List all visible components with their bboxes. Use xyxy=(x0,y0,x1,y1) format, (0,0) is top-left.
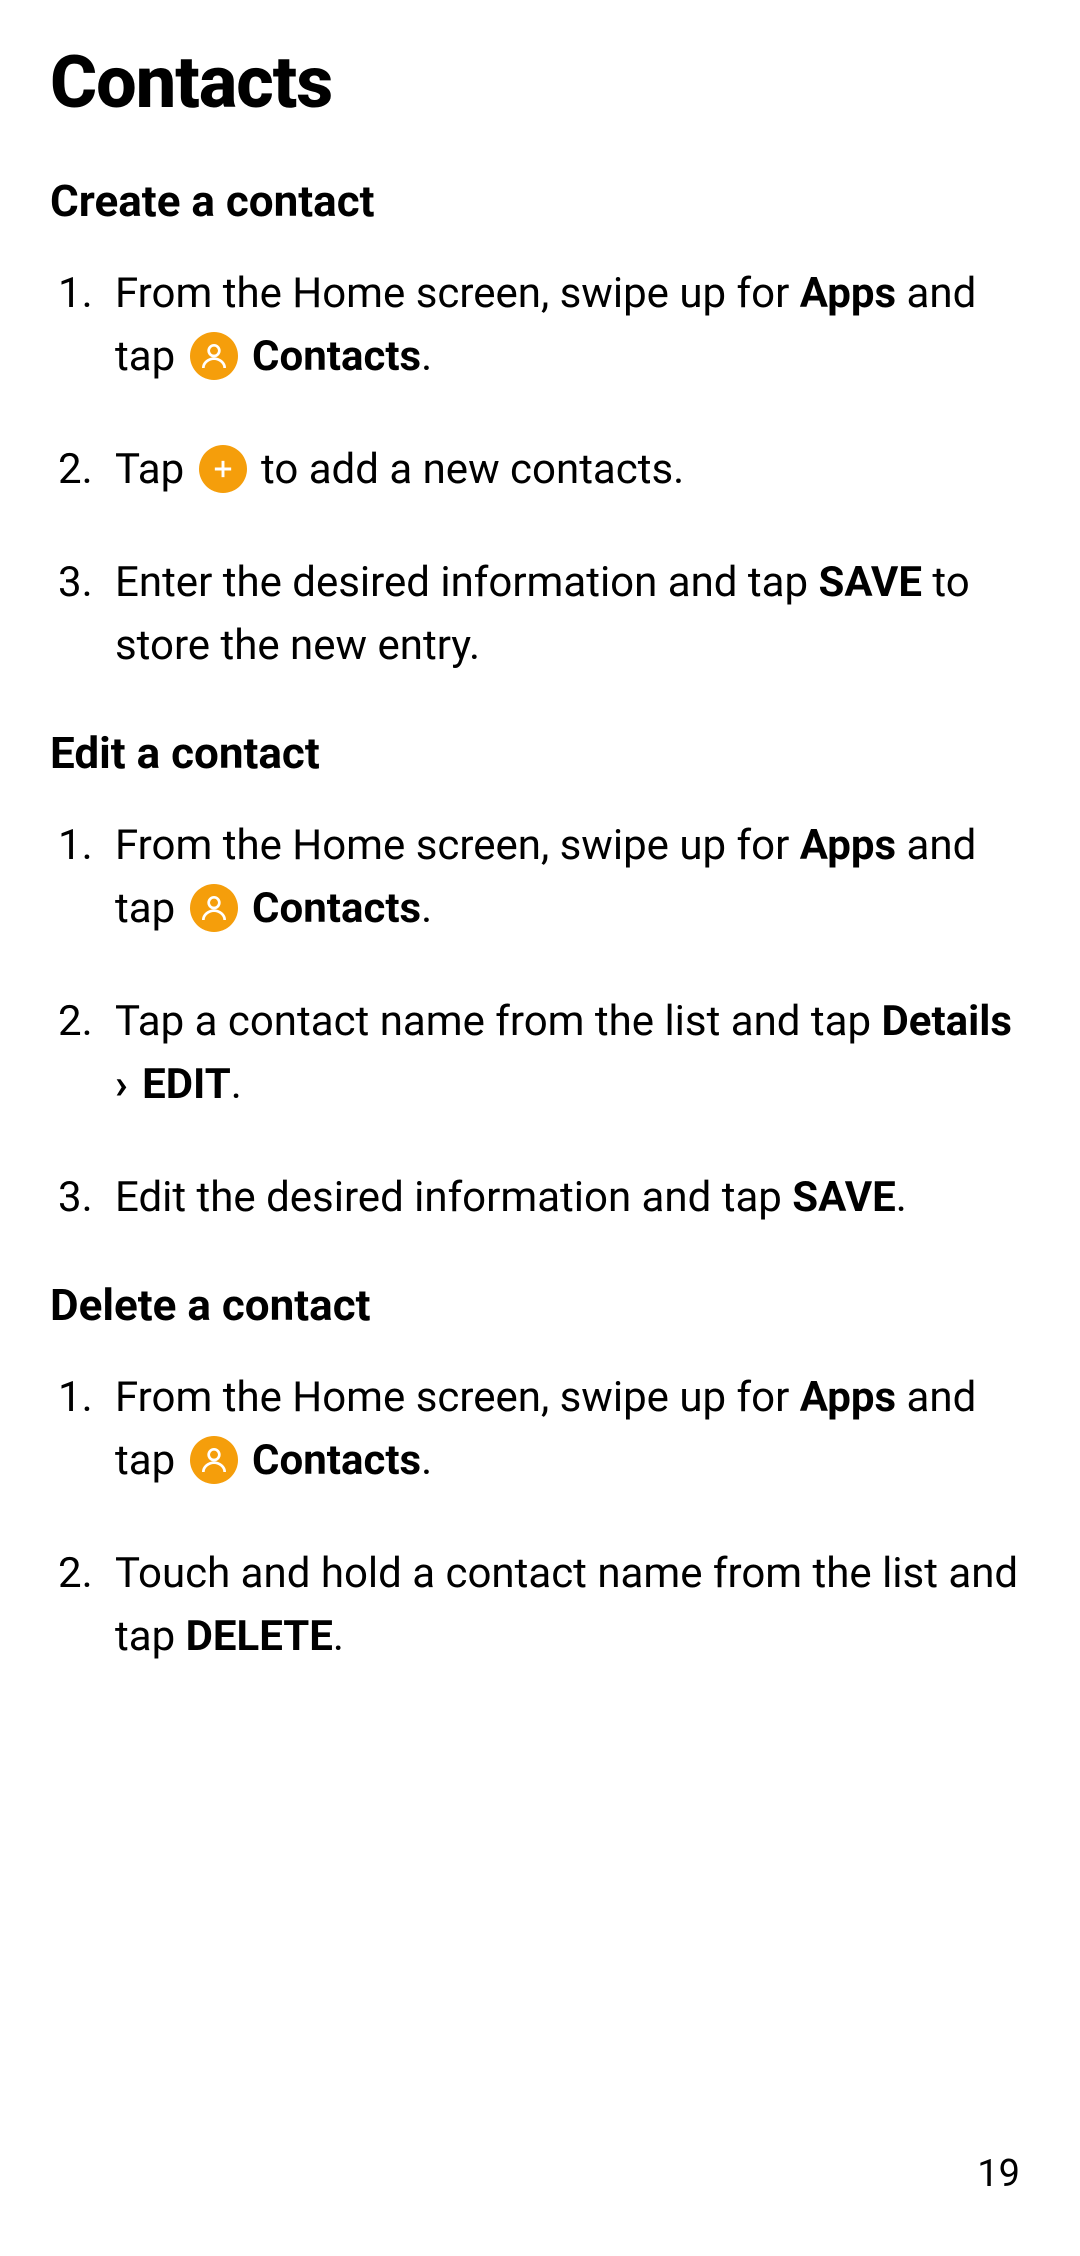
text: Tap xyxy=(115,445,195,494)
text: From the Home screen, swipe up for xyxy=(115,1373,800,1422)
delete-step-1: From the Home screen, swipe up for Apps … xyxy=(50,1366,1030,1492)
delete-steps: From the Home screen, swipe up for Apps … xyxy=(50,1366,1030,1668)
section-heading-delete: Delete a contact xyxy=(50,1279,1030,1331)
edit-steps: From the Home screen, swipe up for Apps … xyxy=(50,814,1030,1229)
contacts-icon xyxy=(190,332,238,380)
apps-label: Apps xyxy=(800,1373,896,1422)
text: Edit the desired information and tap xyxy=(115,1173,792,1222)
section-heading-create: Create a contact xyxy=(50,175,1030,227)
save-label: SAVE xyxy=(818,558,922,607)
text: . xyxy=(421,332,432,381)
create-step-3: Enter the desired information and tap SA… xyxy=(50,551,1030,677)
text: . xyxy=(333,1612,344,1661)
details-label: Details xyxy=(881,997,1011,1046)
edit-label: EDIT xyxy=(142,1060,231,1109)
chevron-icon: › xyxy=(115,1060,138,1109)
apps-label: Apps xyxy=(800,269,896,318)
delete-label: DELETE xyxy=(186,1612,333,1661)
contacts-label: Contacts xyxy=(242,1436,422,1485)
save-label: SAVE xyxy=(792,1173,896,1222)
edit-step-3: Edit the desired information and tap SAV… xyxy=(50,1166,1030,1229)
create-step-2: Tap to add a new contacts. xyxy=(50,438,1030,501)
plus-icon xyxy=(199,445,247,493)
create-step-1: From the Home screen, swipe up for Apps … xyxy=(50,262,1030,388)
apps-label: Apps xyxy=(800,821,896,870)
text: . xyxy=(421,1436,432,1485)
contacts-icon xyxy=(190,1436,238,1484)
text: . xyxy=(896,1173,907,1222)
edit-step-1: From the Home screen, swipe up for Apps … xyxy=(50,814,1030,940)
delete-step-2: Touch and hold a contact name from the l… xyxy=(50,1542,1030,1668)
text: Tap a contact name from the list and tap xyxy=(115,997,881,1046)
create-steps: From the Home screen, swipe up for Apps … xyxy=(50,262,1030,677)
contacts-label: Contacts xyxy=(242,884,422,933)
section-heading-edit: Edit a contact xyxy=(50,727,1030,779)
page-title: Contacts xyxy=(50,40,1030,125)
contacts-label: Contacts xyxy=(242,332,422,381)
contacts-icon xyxy=(190,884,238,932)
text: From the Home screen, swipe up for xyxy=(115,269,800,318)
text: From the Home screen, swipe up for xyxy=(115,821,800,870)
text: to add a new contacts. xyxy=(251,445,685,494)
page-number: 19 xyxy=(977,2152,1020,2196)
text: . xyxy=(421,884,432,933)
text: . xyxy=(231,1060,242,1109)
edit-step-2: Tap a contact name from the list and tap… xyxy=(50,990,1030,1116)
text: Enter the desired information and tap xyxy=(115,558,818,607)
